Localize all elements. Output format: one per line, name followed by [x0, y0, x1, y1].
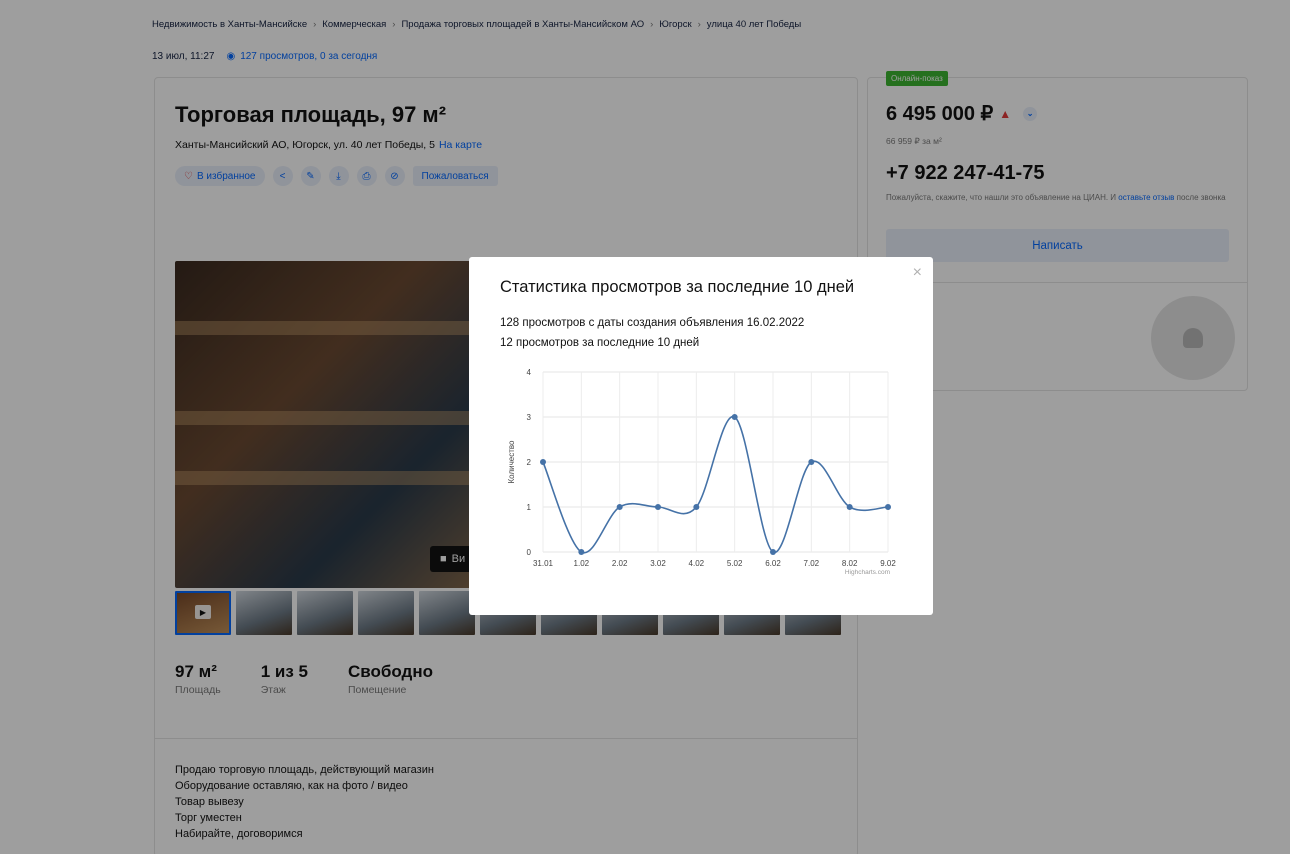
stats-modal: × Статистика просмотров за последние 10 … — [469, 257, 933, 615]
data-point — [770, 549, 776, 555]
x-tick-label: 1.02 — [574, 559, 590, 568]
x-tick-label: 9.02 — [880, 559, 896, 568]
chart-credits: Highcharts.com — [845, 569, 890, 576]
y-tick-label: 4 — [527, 368, 532, 377]
x-tick-label: 8.02 — [842, 559, 858, 568]
data-point — [846, 504, 853, 510]
x-tick-label: 2.02 — [612, 559, 628, 568]
close-icon[interactable]: × — [913, 265, 922, 281]
data-point — [578, 549, 585, 555]
data-point — [616, 504, 623, 510]
x-tick-label: 31.01 — [533, 559, 554, 568]
data-point — [655, 504, 661, 510]
y-tick-label: 2 — [527, 458, 532, 467]
y-axis-label: Количество — [507, 440, 516, 484]
data-point — [540, 459, 546, 465]
y-tick-label: 0 — [527, 548, 532, 557]
data-point — [693, 504, 700, 510]
x-tick-label: 3.02 — [650, 559, 666, 568]
views-chart: 0 1 2 3 4 31.01 1.02 2.02 3.02 4.02 5.02 6.02 7.02 8.… — [500, 362, 910, 587]
x-tick-label: 5.02 — [727, 559, 743, 568]
recent-views-text: 12 просмотров за последние 10 дней — [500, 337, 700, 349]
x-tick-label: 7.02 — [804, 559, 820, 568]
data-point — [808, 459, 815, 465]
data-point — [885, 504, 891, 510]
y-tick-label: 1 — [527, 503, 532, 512]
x-tick-label: 6.02 — [765, 559, 781, 568]
y-tick-label: 3 — [527, 413, 532, 422]
total-views-text: 128 просмотров с даты создания объявлени… — [500, 317, 805, 329]
x-tick-label: 4.02 — [689, 559, 705, 568]
modal-title: Статистика просмотров за последние 10 дн… — [500, 278, 855, 296]
data-point — [731, 414, 738, 420]
views-chart-svg: 0 1 2 3 4 31.01 1.02 2.02 3.02 4.02 5.02 6.02 7.02 8.… — [507, 368, 896, 576]
series-line — [542, 416, 889, 554]
